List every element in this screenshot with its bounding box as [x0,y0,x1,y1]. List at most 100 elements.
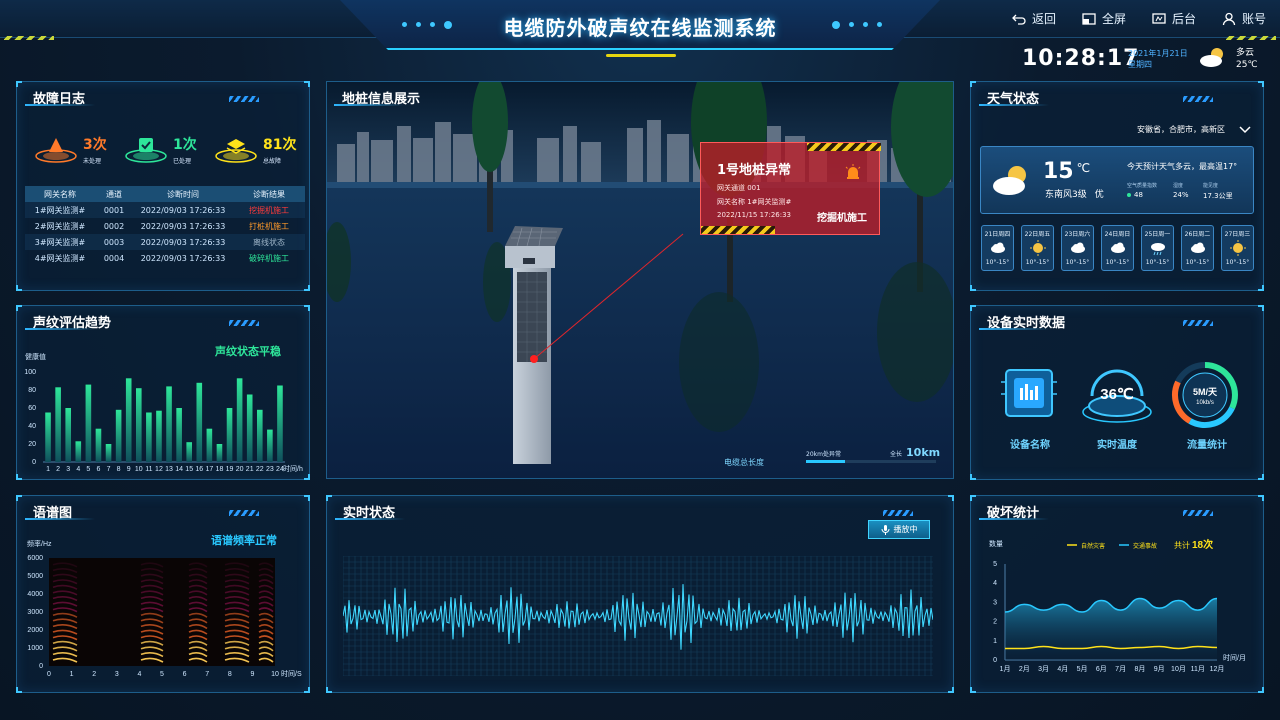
alert-line: 网关名称 1#网关监测# [717,198,792,206]
alert-line: 2022/11/15 17:26:33 [717,211,792,219]
account-icon [1222,12,1236,25]
table-row[interactable]: 3#网关监测# 0003 2022/09/03 17:26:33 离线状态 [25,234,305,250]
backend-button[interactable]: 后台 [1152,10,1196,27]
health-bar-chart: 健康值0204060801001 2 3 4 5 6 7 8 9 10 11 12 13 14 15 16 17… [24,352,303,473]
bar [176,408,182,462]
cloud-icon [1070,242,1085,253]
x-tick-label: 15 [185,466,193,473]
progress-fill [806,460,845,463]
account-button[interactable]: 账号 [1222,10,1266,27]
table-row[interactable]: 2#网关监测# 0002 2022/09/03 17:26:33 打桩机施工 [25,218,305,234]
x-tick-label: 1月 [1000,665,1011,673]
area-fill [1005,598,1217,660]
check-shield-icon [125,138,167,163]
thermo-icon[interactable]: 36℃ [1080,360,1154,426]
y-tick-label: 80 [28,387,36,394]
cloud-icon [990,242,1005,253]
cloudy-icon [993,166,1026,195]
y-tick-label: 1 [993,638,997,645]
forecast-day[interactable]: 21日周四 10°-15° [981,225,1014,271]
header-stripe-left [4,36,54,40]
forecast-day-temp: 10°-15° [1025,259,1050,266]
x-tick-label: 3 [115,671,119,678]
cell-result: 打桩机施工 [249,221,289,231]
pile-scene[interactable] [326,81,954,479]
forecast-day-temp: 10°-15° [1105,259,1130,266]
visibility-label: 能见度 [1203,183,1219,189]
table-row[interactable]: 1#网关监测# 0001 2022/09/03 17:26:33 挖掘机施工 [25,202,305,218]
forecast-day-temp: 10°-15° [1065,259,1090,266]
x-axis-label: 时间/S [281,669,302,678]
forecast-day[interactable]: 26日周二 10°-15° [1181,225,1214,271]
alert-card[interactable]: 1号地桩异常 网关通道 001 网关名称 1#网关监测# 2022/11/15 … [700,142,881,235]
y-tick-label: 2 [993,619,997,626]
location-select[interactable]: 安徽省，合肥市，高新区 [1137,124,1225,135]
bar [95,428,102,462]
x-tick-label: 6 [97,466,101,473]
stat-label: 未处理 [83,158,102,165]
forecast-day-name: 27日周三 [1224,231,1251,238]
x-tick-label: 5 [86,466,90,473]
bar [236,378,243,462]
bar [125,378,132,462]
x-tick-label: 9 [250,671,254,678]
y-tick-label: 4 [993,580,997,587]
x-tick-label: 6月 [1096,665,1107,673]
fullscreen-button[interactable]: 全屏 [1082,10,1126,27]
x-tick-label: 8月 [1134,665,1145,673]
forecast-day[interactable]: 23日周六 10°-15° [1061,225,1094,271]
total-prefix: 全长 [890,451,903,458]
play-button[interactable]: 播放中 [868,520,930,539]
forecast-day[interactable]: 22日周五 10°-15° [1021,225,1054,271]
total-value: 18次 [1192,538,1213,551]
x-tick-label: 7月 [1115,665,1126,673]
bar [55,387,61,462]
cell-channel: 0003 [103,237,125,247]
total-label: 共计 [1174,540,1190,550]
fault-log-panel: 故障日志 3次 未处理 1次 已处理 81次 总故障 网关名称 通道 诊断时间 … [16,81,310,291]
forecast-day[interactable]: 25日周一 10°-15° [1141,225,1174,271]
bar [226,408,233,462]
total-length: 全长 10km [890,446,940,459]
forecast-day[interactable]: 24日周日 10°-15° [1101,225,1134,271]
stat-count: 1次 [173,137,197,153]
device-icon[interactable] [1000,364,1058,424]
total-value: 10km [906,446,941,459]
x-axis-label: 时间/月 [1223,653,1246,662]
status-panel: 实时状态 [326,495,954,693]
alarm-warning-icon [35,138,77,163]
trend-panel: 声纹评估趋势 声纹状态平稳 健康值 0 20 40 60 80 100 1 2 3 4 5 6 7 8 9 10… [16,305,310,480]
date-block: 2021年1月21日 星期四 [1128,48,1188,70]
bar [135,388,142,462]
cloud-icon [1190,242,1205,253]
forecast-day-temp: 10°-15° [985,259,1010,266]
microphone-icon [881,524,889,535]
fullscreen-icon [1082,12,1096,25]
x-tick-label: 1 [46,466,50,473]
forecast-day-name: 24日周日 [1104,231,1131,238]
spectrogram-chart: 频率/Hz 0 1000 2000 3000 4000 5000 6000 0 1 2 3 4 5 6 7 8 9… [27,539,302,678]
alert-title: 1号地桩异常 [717,163,792,178]
x-tick-label: 19 [226,466,234,473]
chevron-down-icon[interactable] [1239,124,1251,134]
back-button[interactable]: 返回 [1012,10,1056,27]
bar [115,409,122,462]
y-tick-label: 2000 [27,627,43,634]
forecast-day[interactable]: 27日周三 10°-15° [1221,225,1254,271]
stat-handled: 1次 已处理 [123,134,197,165]
device-label: 实时温度 [1097,440,1137,451]
traffic-value: 5M/天 [1193,387,1218,397]
bar [186,442,193,462]
traffic-icon[interactable]: 5M/天 10kb/s [1170,360,1240,430]
humidity-value: 24% [1173,191,1189,199]
x-tick-label: 8 [228,671,232,678]
x-tick-label: 0 [47,671,51,678]
forecast-day-name: 25日周一 [1144,231,1171,238]
x-tick-label: 8 [117,466,121,473]
thermo-value: 36℃ [1100,386,1134,403]
rain-icon [1150,243,1165,256]
alert-result: 挖掘机施工 [817,213,867,224]
x-tick-label: 18 [216,466,224,473]
table-row[interactable]: 4#网关监测# 0004 2022/09/03 17:26:33 破碎机施工 [25,250,305,266]
aqi-dot [1127,193,1131,197]
